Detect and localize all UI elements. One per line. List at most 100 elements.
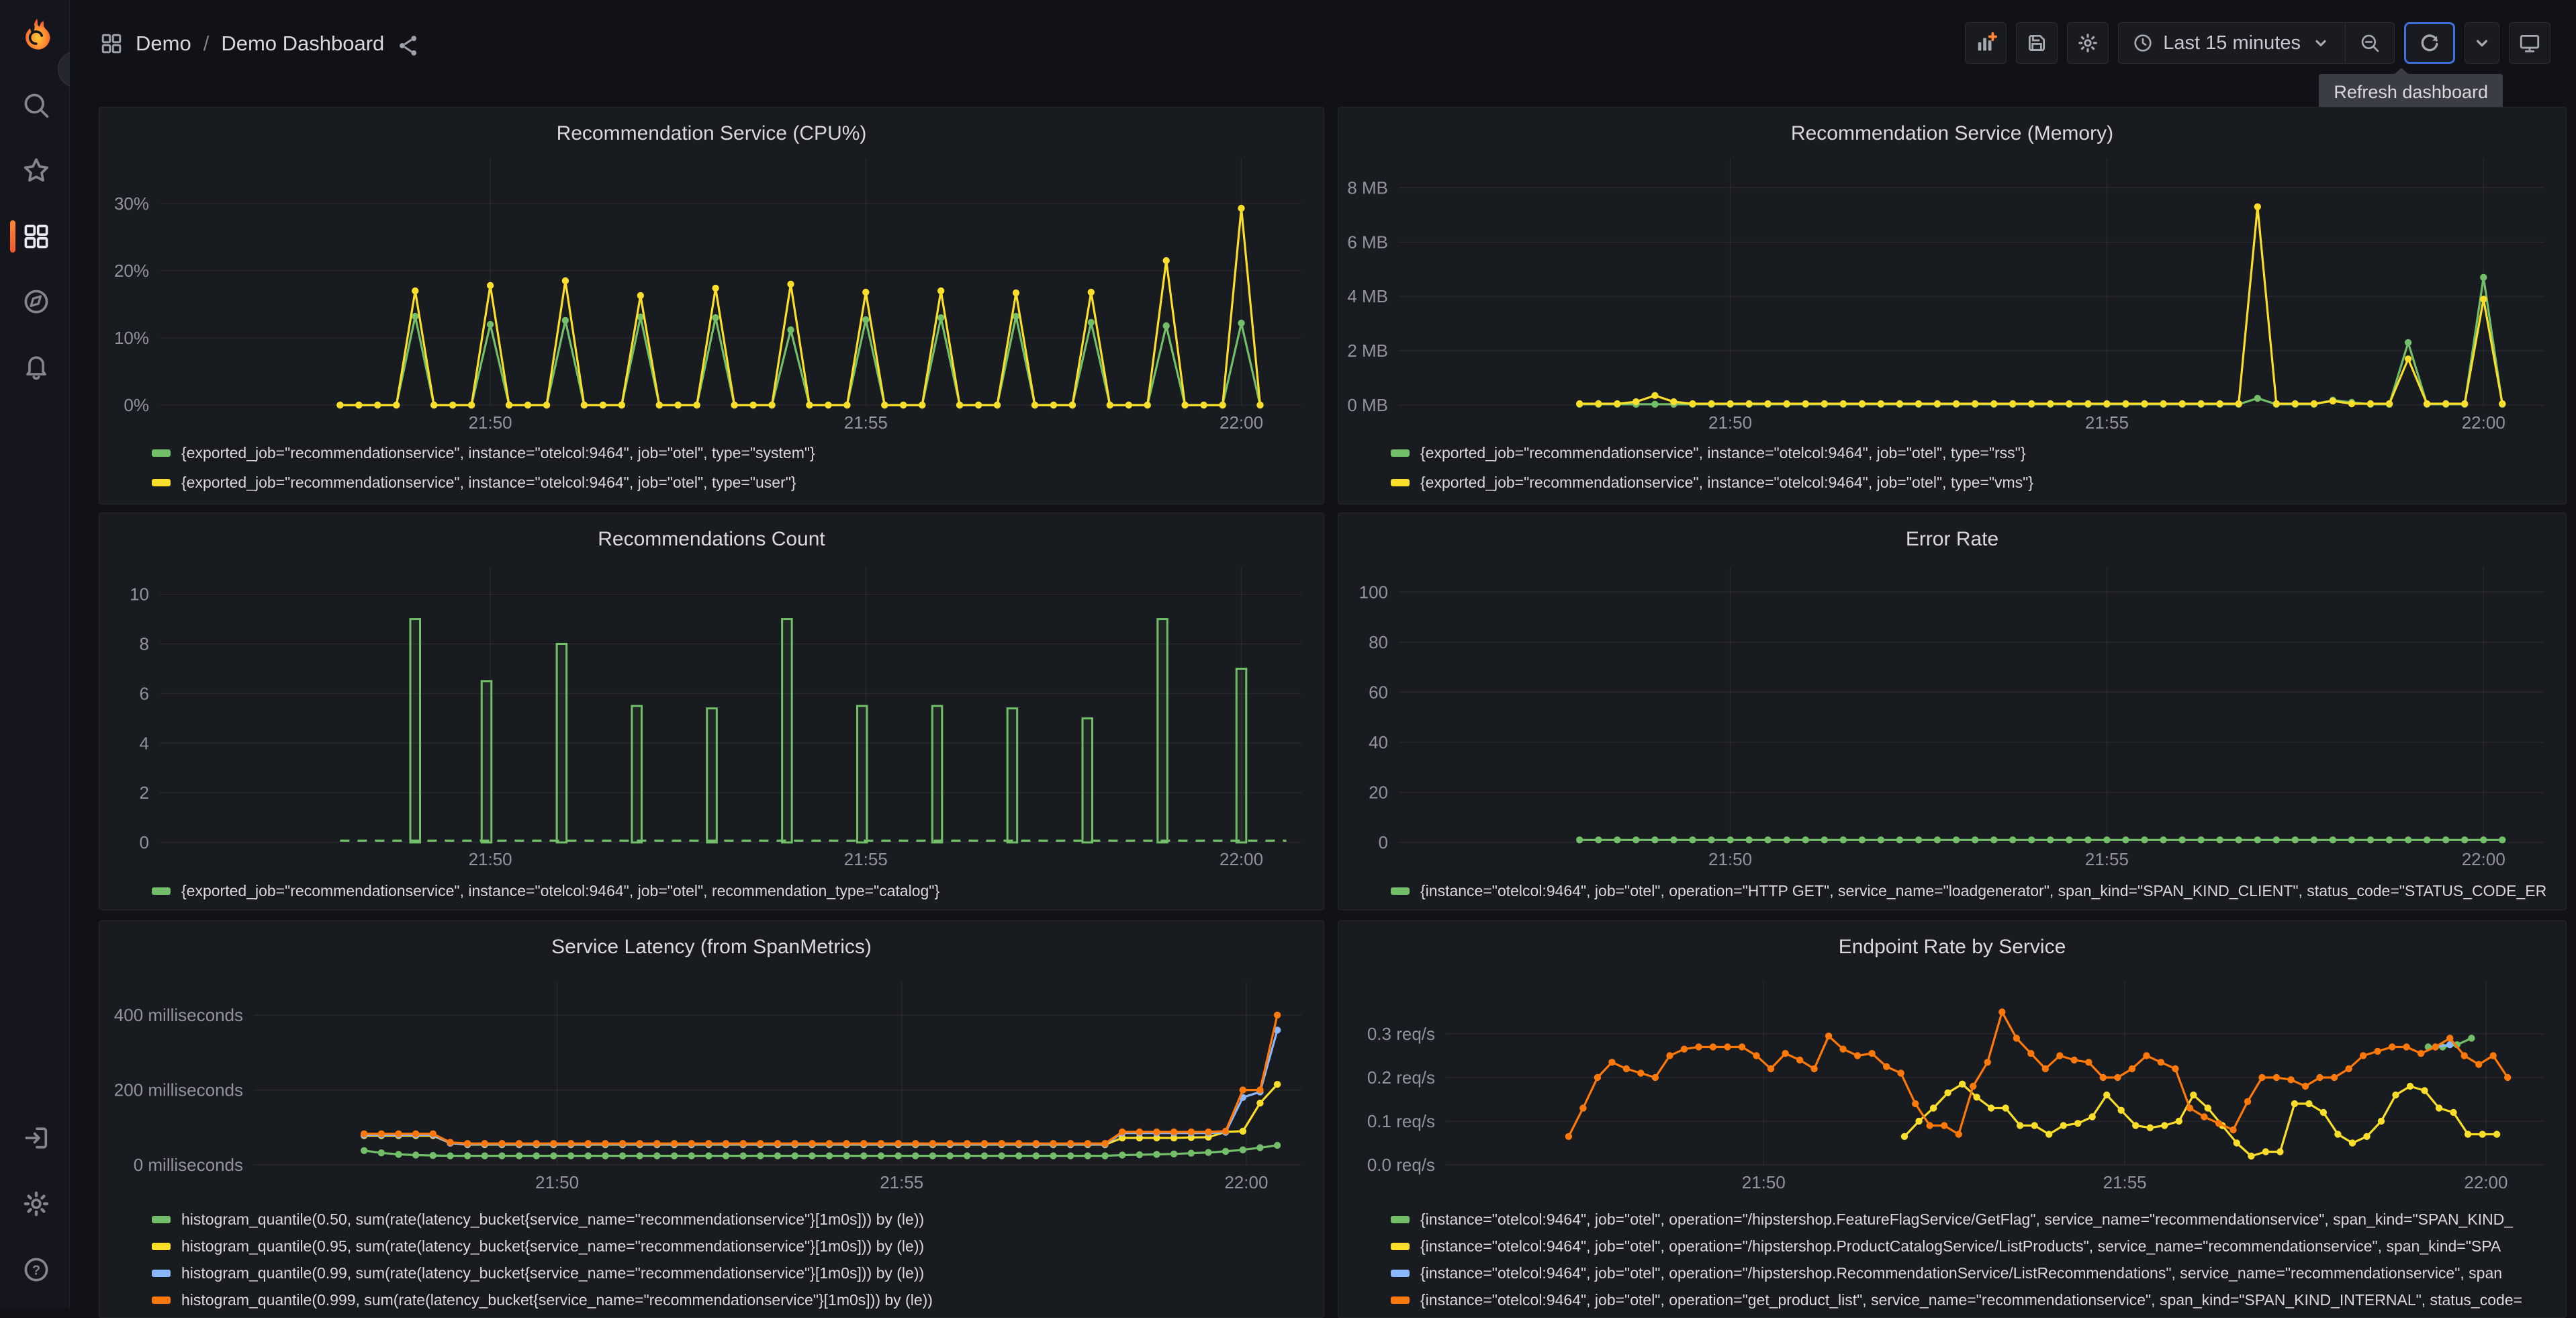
dashboards-icon[interactable] bbox=[21, 222, 51, 251]
legend-item[interactable]: {instance="otelcol:9464", job="otel", op… bbox=[1391, 1260, 2558, 1286]
help-icon[interactable]: ? bbox=[21, 1255, 51, 1284]
search-icon[interactable] bbox=[21, 91, 51, 120]
legend-item[interactable]: histogram_quantile(0.50, sum(rate(latenc… bbox=[152, 1206, 1316, 1233]
dashboard-settings-button[interactable] bbox=[2067, 22, 2109, 64]
legend-swatch bbox=[1391, 478, 1410, 486]
svg-text:0.0 req/s: 0.0 req/s bbox=[1367, 1155, 1435, 1175]
legend-item[interactable]: {instance="otelcol:9464", job="otel", op… bbox=[1391, 1233, 2558, 1260]
legend-label: {instance="otelcol:9464", job="otel", op… bbox=[1420, 1210, 2514, 1228]
legend-label: {exported_job="recommendationservice", i… bbox=[1420, 443, 2026, 462]
panel-title[interactable]: Endpoint Rate by Service bbox=[1338, 936, 2566, 959]
svg-text:22:00: 22:00 bbox=[1224, 1172, 1268, 1192]
legend-label: {exported_job="recommendationservice", i… bbox=[1420, 473, 2034, 491]
svg-text:0%: 0% bbox=[124, 395, 149, 415]
legend-label: {instance="otelcol:9464", job="otel", op… bbox=[1420, 1264, 2503, 1282]
legend-swatch bbox=[152, 1269, 171, 1277]
svg-text:0 milliseconds: 0 milliseconds bbox=[134, 1155, 243, 1175]
legend-swatch bbox=[152, 887, 171, 895]
svg-text:21:55: 21:55 bbox=[2103, 1172, 2147, 1192]
svg-text:60: 60 bbox=[1369, 682, 1388, 702]
legend-item[interactable]: {exported_job="recommendationservice", i… bbox=[1391, 438, 2558, 468]
alerting-bell-icon[interactable] bbox=[21, 351, 51, 381]
legend-label: histogram_quantile(0.999, sum(rate(laten… bbox=[181, 1290, 933, 1309]
svg-text:21:55: 21:55 bbox=[844, 849, 888, 869]
svg-text:200 milliseconds: 200 milliseconds bbox=[114, 1080, 243, 1100]
svg-text:10%: 10% bbox=[114, 328, 149, 348]
explore-compass-icon[interactable] bbox=[21, 287, 51, 316]
legend-item[interactable]: {exported_job="recommendationservice", i… bbox=[152, 438, 1316, 468]
legend-label: histogram_quantile(0.99, sum(rate(latenc… bbox=[181, 1264, 925, 1282]
time-controls-group: Last 15 minutes bbox=[2118, 22, 2395, 64]
panel-error-rate: 0 20 40 60 80 100 21:50 21:55 22:00 Error Rate {… bbox=[1338, 513, 2567, 910]
panel-cpu: 0% 10% 20% 30% 21:50 21:55 22:00 Recommendatio… bbox=[99, 107, 1324, 504]
chevron-down-icon bbox=[2476, 40, 2488, 47]
legend-item[interactable]: {exported_job="recommendationservice", i… bbox=[1391, 468, 2558, 497]
svg-text:30%: 30% bbox=[114, 193, 149, 214]
panel-title[interactable]: Recommendation Service (Memory) bbox=[1338, 122, 2566, 145]
legend-swatch bbox=[1391, 1269, 1410, 1277]
svg-text:?: ? bbox=[32, 1264, 40, 1278]
legend-swatch bbox=[152, 1242, 171, 1250]
time-range-label: Last 15 minutes bbox=[2163, 32, 2301, 54]
legend-label: {exported_job="recommendationservice", i… bbox=[181, 473, 796, 491]
legend-item[interactable]: {instance="otelcol:9464", job="otel", op… bbox=[1391, 1206, 2558, 1233]
svg-text:20: 20 bbox=[1369, 782, 1388, 802]
clock-icon bbox=[2134, 34, 2152, 52]
kiosk-mode-button[interactable] bbox=[2509, 22, 2550, 64]
share-icon[interactable] bbox=[396, 34, 417, 56]
svg-text:22:00: 22:00 bbox=[2462, 412, 2505, 433]
legend-item[interactable]: histogram_quantile(0.99, sum(rate(latenc… bbox=[152, 1260, 1316, 1286]
legend-swatch bbox=[152, 449, 171, 457]
legend-swatch bbox=[1391, 1296, 1410, 1304]
legend-label: histogram_quantile(0.95, sum(rate(latenc… bbox=[181, 1237, 925, 1255]
svg-text:0.3 req/s: 0.3 req/s bbox=[1367, 1024, 1435, 1044]
breadcrumb-separator: / bbox=[203, 32, 210, 55]
panel-title[interactable]: Recommendation Service (CPU%) bbox=[99, 122, 1324, 145]
legend-item[interactable]: histogram_quantile(0.999, sum(rate(laten… bbox=[152, 1286, 1316, 1313]
svg-text:6: 6 bbox=[140, 683, 149, 703]
breadcrumb-root[interactable]: Demo bbox=[136, 32, 191, 56]
monitor-icon bbox=[2520, 34, 2540, 52]
svg-text:0.2 req/s: 0.2 req/s bbox=[1367, 1067, 1435, 1088]
panel-title[interactable]: Service Latency (from SpanMetrics) bbox=[99, 936, 1324, 959]
svg-text:21:55: 21:55 bbox=[844, 412, 888, 433]
panel-title[interactable]: Recommendations Count bbox=[99, 528, 1324, 551]
settings-gear-icon[interactable] bbox=[21, 1189, 51, 1219]
legend-item[interactable]: {instance="otelcol:9464", job="otel", op… bbox=[1391, 1286, 2558, 1313]
legend-item[interactable]: {exported_job="recommendationservice", i… bbox=[152, 876, 1316, 906]
legend-item[interactable]: histogram_quantile(0.95, sum(rate(latenc… bbox=[152, 1233, 1316, 1260]
time-range-picker[interactable]: Last 15 minutes bbox=[2119, 23, 2345, 63]
legend-swatch bbox=[152, 478, 171, 486]
add-panel-button[interactable] bbox=[1965, 22, 2007, 64]
svg-text:21:50: 21:50 bbox=[1708, 412, 1752, 433]
svg-text:0 MB: 0 MB bbox=[1347, 395, 1388, 415]
save-dashboard-button[interactable] bbox=[2016, 22, 2058, 64]
error-rate-chart[interactable]: 0 20 40 60 80 100 21:50 21:55 22:00 bbox=[1338, 513, 2567, 910]
svg-text:40: 40 bbox=[1369, 732, 1388, 752]
zoom-out-button[interactable] bbox=[2345, 23, 2394, 63]
legend-label: {instance="otelcol:9464", job="otel", op… bbox=[1420, 881, 2547, 899]
legend-item[interactable]: {instance="otelcol:9464", job="otel", op… bbox=[1391, 876, 2558, 906]
panel-endpoint-rate: 0.0 req/s 0.1 req/s 0.2 req/s 0.3 req/s 21:5… bbox=[1338, 920, 2567, 1318]
panel-memory: 0 MB 2 MB 4 MB 6 MB 8 MB 21:50 21:55 22:00 Reco… bbox=[1338, 107, 2567, 504]
refresh-interval-dropdown[interactable] bbox=[2465, 22, 2499, 64]
svg-text:21:50: 21:50 bbox=[1708, 849, 1752, 869]
refresh-icon bbox=[2421, 34, 2438, 52]
sign-in-icon[interactable] bbox=[21, 1123, 51, 1153]
legend-label: {instance="otelcol:9464", job="otel", op… bbox=[1420, 1237, 2501, 1255]
svg-text:20%: 20% bbox=[114, 261, 149, 281]
svg-text:8: 8 bbox=[140, 634, 149, 654]
svg-text:22:00: 22:00 bbox=[2464, 1172, 2508, 1192]
legend-item[interactable]: {exported_job="recommendationservice", i… bbox=[152, 468, 1316, 497]
active-indicator bbox=[10, 220, 15, 253]
legend-swatch bbox=[1391, 887, 1410, 895]
svg-text:22:00: 22:00 bbox=[1220, 849, 1263, 869]
panel-title[interactable]: Error Rate bbox=[1338, 528, 2566, 551]
refresh-dashboard-button[interactable] bbox=[2404, 22, 2455, 64]
recommendations-count-chart[interactable]: 0 2 4 6 8 10 21:50 21:55 22:00 bbox=[99, 513, 1324, 910]
panel-service-latency: 0 milliseconds 200 milliseconds 400 millis… bbox=[99, 920, 1324, 1318]
star-icon[interactable] bbox=[21, 156, 51, 185]
legend-swatch bbox=[1391, 1242, 1410, 1250]
grafana-logo[interactable] bbox=[17, 16, 56, 55]
svg-text:4 MB: 4 MB bbox=[1347, 286, 1388, 306]
